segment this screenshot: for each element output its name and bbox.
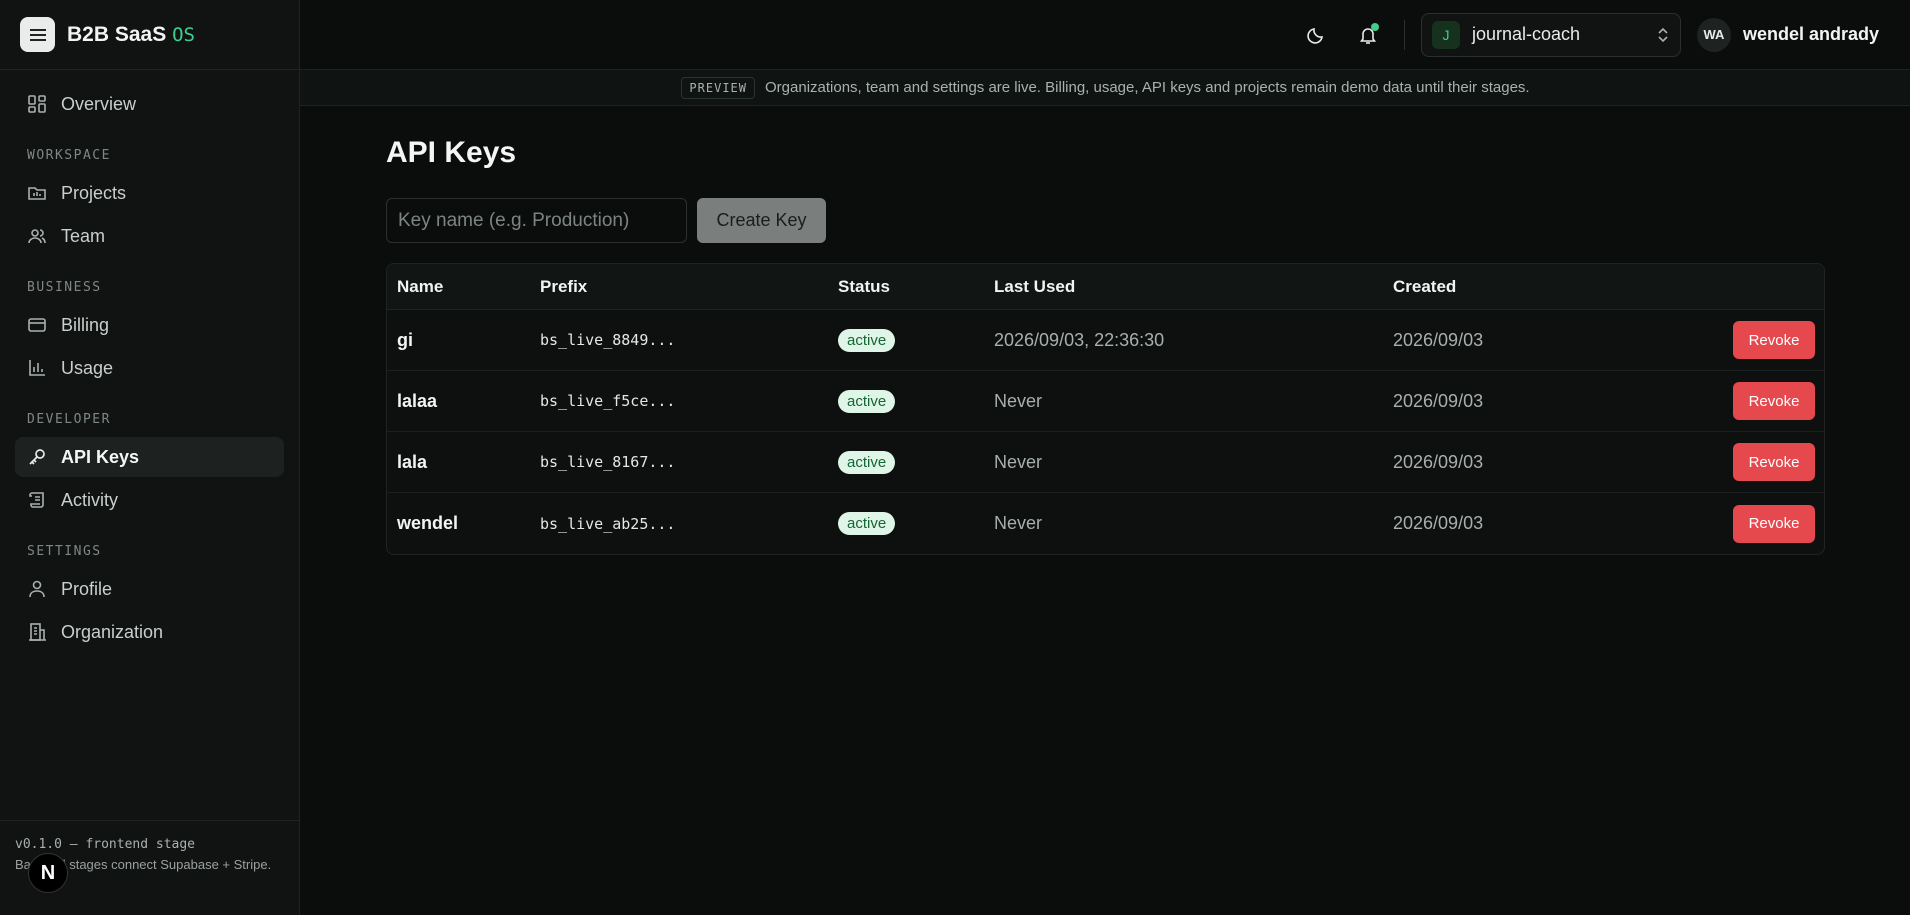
next-dev-badge[interactable]: N bbox=[28, 853, 68, 893]
created-date: 2026/09/03 bbox=[1393, 451, 1484, 472]
sidebar-item-label: Activity bbox=[61, 489, 119, 510]
user-name: wendel andrady bbox=[1742, 24, 1879, 44]
column-header-created: Created bbox=[1393, 276, 1457, 296]
key-prefix: bs_live_8849... bbox=[540, 331, 676, 349]
revoke-button[interactable]: Revoke bbox=[1733, 504, 1815, 543]
sidebar-footer: v0.1.0 — frontend stage Backend stages c… bbox=[0, 820, 299, 915]
building-icon bbox=[29, 623, 46, 641]
status-badge: active bbox=[838, 328, 896, 352]
notifications-button[interactable] bbox=[1348, 15, 1388, 55]
main-area: J journal-coach WA wendel andrady PREVIE… bbox=[300, 0, 1910, 915]
key-prefix: bs_live_8167... bbox=[540, 453, 676, 471]
app-shell: B2B SaaS OS Overview WORKSPACE Projects … bbox=[0, 0, 1910, 915]
sidebar-item-projects[interactable]: Projects bbox=[15, 173, 284, 213]
table-row: lala bs_live_8167... active Never 2026/0… bbox=[387, 432, 1824, 493]
create-key-form: Create Key bbox=[386, 198, 1825, 243]
sidebar-item-activity[interactable]: Activity bbox=[15, 480, 284, 520]
last-used: Never bbox=[994, 451, 1043, 472]
brand: B2B SaaS OS bbox=[0, 0, 299, 70]
theme-toggle-button[interactable] bbox=[1296, 15, 1336, 55]
preview-tag: PREVIEW bbox=[681, 76, 755, 99]
status-badge: active bbox=[838, 450, 896, 474]
sidebar-item-overview[interactable]: Overview bbox=[15, 84, 284, 124]
key-prefix: bs_live_ab25... bbox=[540, 514, 676, 533]
status-badge: active bbox=[838, 389, 896, 413]
sidebar-item-label: API Keys bbox=[61, 446, 140, 467]
sidebar-nav: Overview WORKSPACE Projects Team BUSINES… bbox=[0, 70, 299, 669]
sidebar-item-usage[interactable]: Usage bbox=[15, 348, 284, 388]
topbar-divider bbox=[1403, 19, 1405, 50]
key-name: lalaa bbox=[397, 390, 438, 411]
menu-icon[interactable] bbox=[20, 17, 55, 52]
scroll-icon bbox=[29, 492, 44, 508]
page-title: API Keys bbox=[386, 136, 517, 169]
org-name: journal-coach bbox=[1471, 24, 1581, 44]
version-text: v0.1.0 — frontend stage bbox=[15, 837, 196, 852]
column-header-status: Status bbox=[838, 276, 890, 296]
sidebar-item-api-keys[interactable]: API Keys bbox=[15, 437, 284, 477]
brand-title: B2B SaaS OS bbox=[67, 22, 195, 46]
created-date: 2026/09/03 bbox=[1393, 513, 1484, 533]
revoke-button[interactable]: Revoke bbox=[1733, 443, 1815, 481]
sidebar-item-organization[interactable]: Organization bbox=[15, 612, 284, 652]
column-header-last-used: Last Used bbox=[994, 276, 1076, 296]
sidebar-item-label: Organization bbox=[61, 621, 164, 642]
topbar: J journal-coach WA wendel andrady bbox=[300, 0, 1910, 70]
table-row: lalaa bs_live_f5ce... active Never 2026/… bbox=[387, 371, 1824, 432]
notification-dot bbox=[1370, 22, 1379, 31]
table-header: Name Prefix Status Last Used Created bbox=[387, 264, 1824, 310]
credit-card-icon bbox=[28, 318, 46, 332]
chevron-up-down-icon bbox=[1658, 27, 1668, 42]
last-used: Never bbox=[994, 513, 1043, 533]
preview-banner: PREVIEW Organizations, team and settings… bbox=[300, 70, 1910, 106]
sidebar-item-label: Billing bbox=[61, 314, 110, 335]
table-row: gi bs_live_8849... active 2026/09/03, 22… bbox=[387, 310, 1824, 371]
user-icon bbox=[29, 580, 45, 598]
nav-section-workspace: WORKSPACE bbox=[27, 148, 111, 163]
nav-section-business: BUSINESS bbox=[27, 280, 102, 295]
org-switcher[interactable]: J journal-coach bbox=[1420, 12, 1681, 57]
preview-text: Organizations, team and settings are liv… bbox=[765, 79, 1530, 96]
sidebar-item-label: Profile bbox=[61, 578, 113, 599]
nav-section-developer: DEVELOPER bbox=[27, 412, 111, 427]
key-name: lala bbox=[397, 451, 428, 472]
revoke-button[interactable]: Revoke bbox=[1733, 382, 1815, 420]
column-header-name: Name bbox=[397, 276, 444, 296]
table-row: wendel bs_live_ab25... active Never 2026… bbox=[387, 493, 1824, 554]
key-icon bbox=[29, 449, 45, 465]
revoke-button[interactable]: Revoke bbox=[1733, 321, 1815, 359]
dashboard-icon bbox=[28, 95, 46, 113]
sidebar-item-label: Usage bbox=[61, 357, 114, 378]
key-name-input[interactable] bbox=[386, 198, 687, 243]
sidebar: B2B SaaS OS Overview WORKSPACE Projects … bbox=[0, 0, 300, 915]
key-name: wendel bbox=[397, 513, 459, 533]
avatar: WA bbox=[1696, 17, 1731, 52]
moon-icon bbox=[1307, 27, 1323, 44]
sidebar-item-team[interactable]: Team bbox=[15, 216, 284, 256]
nav-section-settings: SETTINGS bbox=[27, 544, 102, 559]
key-name: gi bbox=[397, 329, 413, 350]
column-header-prefix: Prefix bbox=[540, 276, 588, 296]
sidebar-item-label: Projects bbox=[61, 182, 127, 203]
sidebar-item-label: Overview bbox=[61, 93, 137, 114]
sidebar-item-profile[interactable]: Profile bbox=[15, 569, 284, 609]
created-date: 2026/09/03 bbox=[1393, 329, 1484, 350]
created-date: 2026/09/03 bbox=[1393, 390, 1484, 411]
users-icon bbox=[28, 229, 46, 244]
org-avatar: J bbox=[1431, 20, 1460, 49]
folder-icon bbox=[28, 187, 46, 200]
status-badge: active bbox=[838, 512, 896, 535]
create-key-button[interactable]: Create Key bbox=[697, 198, 826, 243]
api-keys-table: Name Prefix Status Last Used Created gi … bbox=[386, 263, 1825, 555]
sidebar-item-label: Team bbox=[61, 225, 106, 246]
brand-suffix: OS bbox=[172, 23, 195, 46]
key-prefix: bs_live_f5ce... bbox=[540, 392, 676, 410]
bar-chart-icon bbox=[29, 360, 45, 376]
last-used: Never bbox=[994, 390, 1043, 411]
last-used: 2026/09/03, 22:36:30 bbox=[994, 329, 1165, 350]
page-content: API Keys Create Key Name Prefix Status L… bbox=[300, 106, 1910, 585]
user-menu[interactable]: WA wendel andrady bbox=[1696, 17, 1879, 52]
sidebar-item-billing[interactable]: Billing bbox=[15, 305, 284, 345]
